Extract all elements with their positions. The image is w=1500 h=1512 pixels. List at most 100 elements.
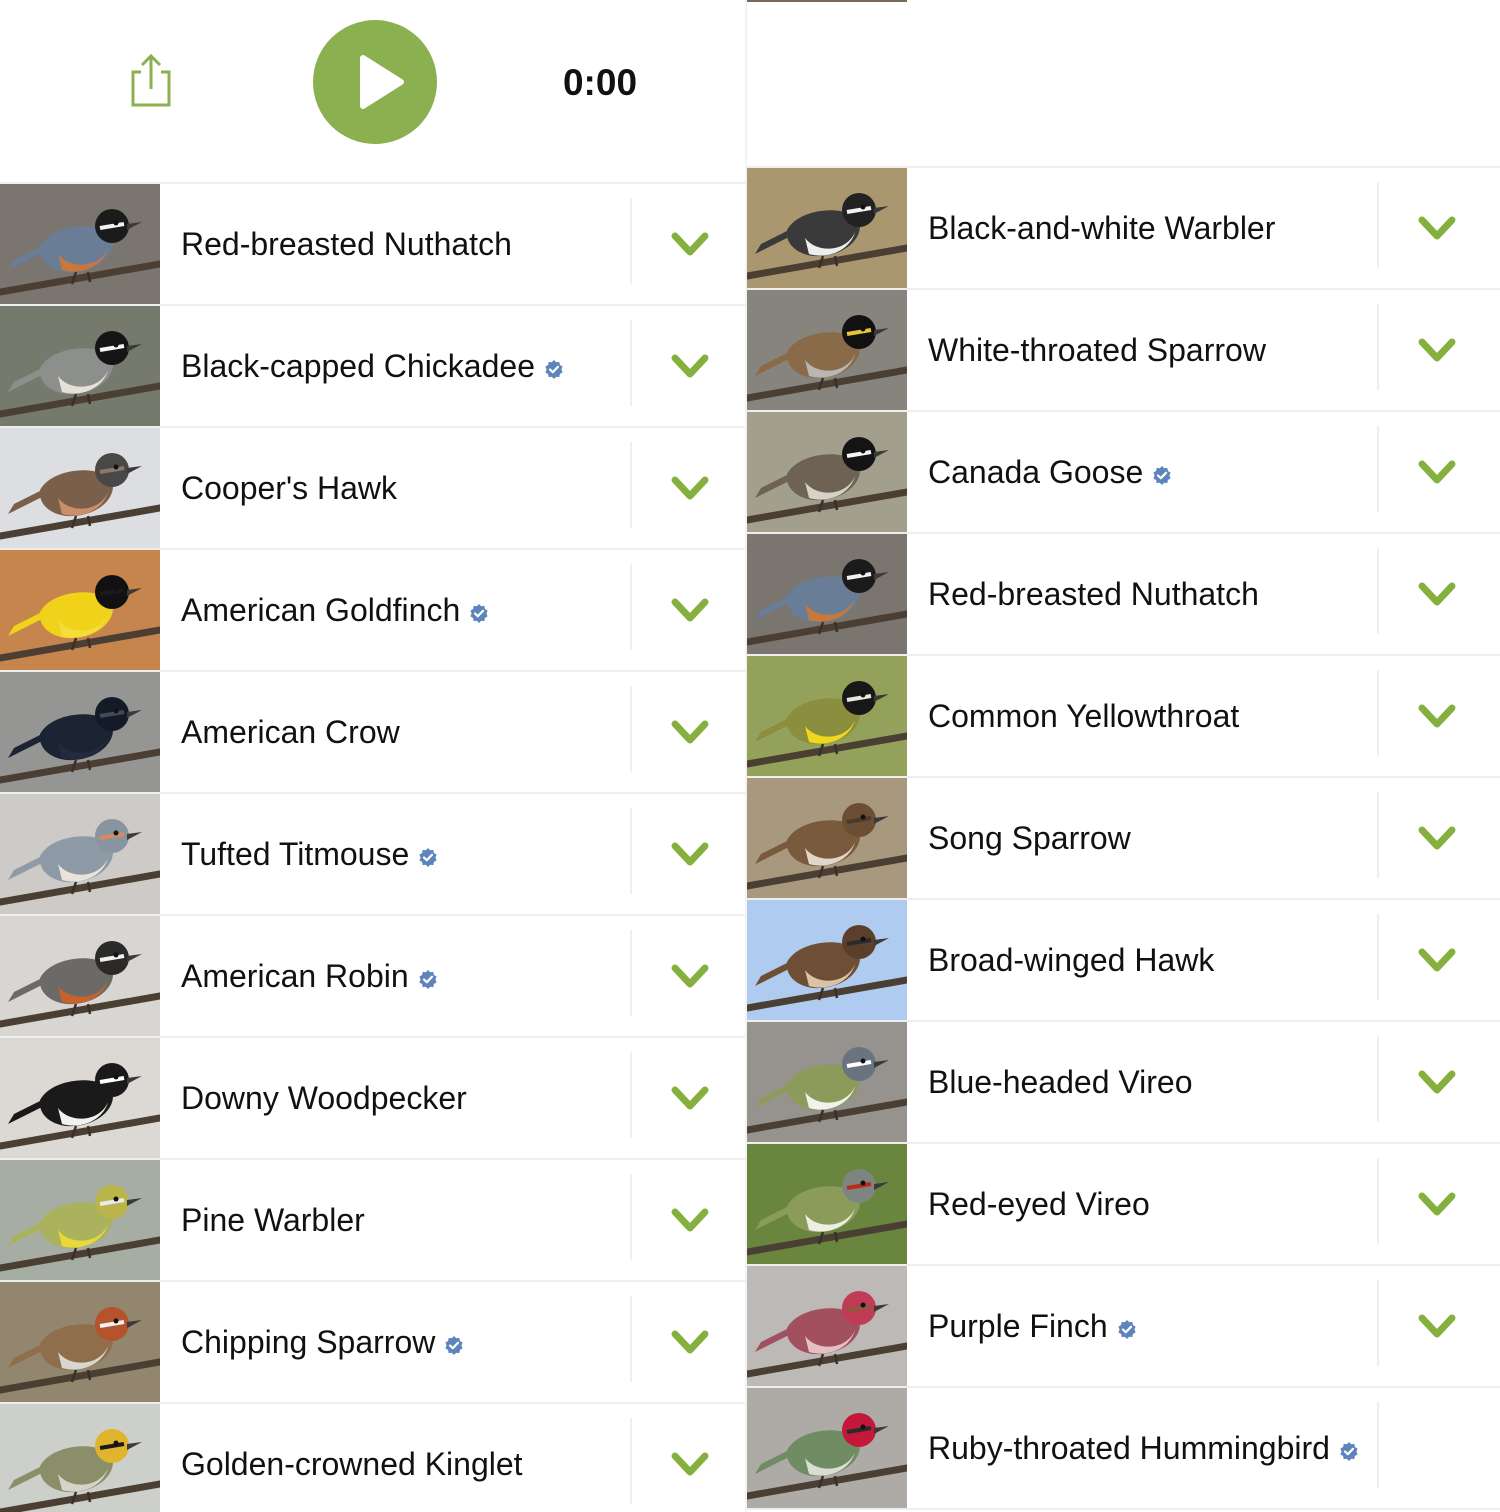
bird-thumbnail[interactable] <box>747 1144 907 1264</box>
expand-button[interactable] <box>1415 816 1459 860</box>
expand-button[interactable] <box>1415 328 1459 372</box>
share-button[interactable] <box>124 52 176 112</box>
bird-thumbnail[interactable] <box>747 412 907 532</box>
bird-row-american-goldfinch[interactable]: American Goldfinch <box>0 550 745 672</box>
bird-thumbnail[interactable] <box>747 290 907 410</box>
bird-row-american-crow[interactable]: American Crow <box>0 672 745 794</box>
verified-check-icon <box>1339 1441 1359 1461</box>
expand-button[interactable] <box>1415 206 1459 250</box>
bird-name-label: Cooper's Hawk <box>181 428 397 548</box>
expand-button[interactable] <box>668 344 712 388</box>
bird-name-label: Golden-crowned Kinglet <box>181 1404 523 1512</box>
expand-button[interactable] <box>668 832 712 876</box>
bird-thumbnail[interactable] <box>0 1038 160 1158</box>
bird-row-song-sparrow[interactable]: Song Sparrow <box>747 778 1500 900</box>
bird-name-label: Common Yellowthroat <box>928 656 1239 776</box>
bird-photo-illustration <box>0 1160 160 1280</box>
bird-thumbnail[interactable] <box>0 1160 160 1280</box>
expand-button[interactable] <box>668 954 712 998</box>
expand-button[interactable] <box>668 710 712 754</box>
bird-row-chipping-sparrow[interactable]: Chipping Sparrow <box>0 1282 745 1404</box>
expand-button[interactable] <box>1415 938 1459 982</box>
audio-player-bar: 0:00 <box>0 0 745 170</box>
bird-row-tufted-titmouse[interactable]: Tufted Titmouse <box>0 794 745 916</box>
bird-thumbnail[interactable] <box>747 778 907 898</box>
expand-button[interactable] <box>1415 450 1459 494</box>
bird-thumbnail[interactable] <box>0 1282 160 1402</box>
bird-name-text: Ruby-throated Hummingbird <box>928 1430 1330 1466</box>
expand-button[interactable] <box>668 1320 712 1364</box>
bird-name-label: Red-breasted Nuthatch <box>928 534 1259 654</box>
bird-thumbnail[interactable] <box>747 900 907 1020</box>
bird-thumbnail[interactable] <box>0 916 160 1036</box>
bird-row-common-yellowthroat[interactable]: Common Yellowthroat <box>747 656 1500 778</box>
bird-row-purple-finch[interactable]: Purple Finch <box>747 1266 1500 1388</box>
bird-thumbnail[interactable] <box>0 184 160 304</box>
bird-row-black-and-white-warbler[interactable]: Black-and-white Warbler <box>747 166 1500 290</box>
right-panel: Black-and-white Warbler White-throated Sp… <box>747 0 1500 1512</box>
expand-button[interactable] <box>1415 1304 1459 1348</box>
expand-button[interactable] <box>668 222 712 266</box>
expand-button[interactable] <box>668 1198 712 1242</box>
bird-name-label: Black-capped Chickadee <box>181 306 564 426</box>
bird-name-label: Red-eyed Vireo <box>928 1144 1150 1264</box>
bird-row-broad-winged-hawk[interactable]: Broad-winged Hawk <box>747 900 1500 1022</box>
expand-button[interactable] <box>1415 694 1459 738</box>
bird-thumbnail[interactable] <box>0 1404 160 1512</box>
bird-thumbnail[interactable] <box>0 306 160 426</box>
bird-row-cooper-s-hawk[interactable]: Cooper's Hawk <box>0 428 745 550</box>
bird-photo-illustration <box>0 550 160 670</box>
bird-row-ruby-throated-hummingbird[interactable]: Ruby-throated Hummingbird <box>747 1388 1500 1510</box>
bird-name-label: Song Sparrow <box>928 778 1131 898</box>
bird-thumbnail[interactable] <box>0 428 160 548</box>
bird-row-pine-warbler[interactable]: Pine Warbler <box>0 1160 745 1282</box>
verified-check-icon <box>1117 1319 1137 1339</box>
row-separator <box>1377 1280 1379 1366</box>
bird-thumbnail[interactable] <box>747 534 907 654</box>
bird-thumbnail[interactable] <box>747 1388 907 1508</box>
bird-row-downy-woodpecker[interactable]: Downy Woodpecker <box>0 1038 745 1160</box>
bird-thumbnail[interactable] <box>747 168 907 288</box>
share-icon <box>131 53 171 107</box>
bird-row-red-eyed-vireo[interactable]: Red-eyed Vireo <box>747 1144 1500 1266</box>
bird-name-text: Canada Goose <box>928 454 1144 490</box>
bird-row-red-breasted-nuthatch[interactable]: Red-breasted Nuthatch <box>0 182 745 306</box>
verified-check-icon <box>544 359 564 379</box>
bird-name-text: Pine Warbler <box>181 1202 365 1238</box>
expand-button[interactable] <box>668 588 712 632</box>
row-separator <box>630 320 632 406</box>
bird-photo-illustration <box>747 168 907 288</box>
bird-row-golden-crowned-kinglet[interactable]: Golden-crowned Kinglet <box>0 1404 745 1512</box>
bird-photo-illustration <box>747 534 907 654</box>
bird-photo-illustration <box>747 1022 907 1142</box>
bird-thumbnail[interactable] <box>747 1266 907 1386</box>
expand-button[interactable] <box>1415 572 1459 616</box>
bird-thumbnail[interactable] <box>747 656 907 776</box>
play-button[interactable] <box>313 20 437 144</box>
bird-row-white-throated-sparrow[interactable]: White-throated Sparrow <box>747 290 1500 412</box>
expand-button[interactable] <box>668 1442 712 1486</box>
bird-photo-illustration <box>0 306 160 426</box>
play-icon <box>360 55 404 109</box>
chevron-down-icon <box>1418 338 1456 362</box>
bird-row-blue-headed-vireo[interactable]: Blue-headed Vireo <box>747 1022 1500 1144</box>
bird-row-black-capped-chickadee[interactable]: Black-capped Chickadee <box>0 306 745 428</box>
bird-name-text: Golden-crowned Kinglet <box>181 1446 523 1482</box>
bird-thumbnail[interactable] <box>0 550 160 670</box>
expand-button[interactable] <box>668 1076 712 1120</box>
expand-button[interactable] <box>1415 1182 1459 1226</box>
bird-row-canada-goose[interactable]: Canada Goose <box>747 412 1500 534</box>
bird-name-label: Ruby-throated Hummingbird <box>928 1388 1359 1508</box>
bird-thumbnail[interactable] <box>0 794 160 914</box>
bird-thumbnail[interactable] <box>747 1022 907 1142</box>
row-separator <box>1377 304 1379 390</box>
bird-thumbnail[interactable] <box>0 672 160 792</box>
bird-name-text: Black-and-white Warbler <box>928 210 1276 246</box>
row-separator <box>1377 914 1379 1000</box>
expand-button[interactable] <box>1415 1060 1459 1104</box>
expand-button[interactable] <box>668 466 712 510</box>
bird-name-text: Black-capped Chickadee <box>181 348 535 384</box>
bird-row-american-robin[interactable]: American Robin <box>0 916 745 1038</box>
row-separator <box>1377 1402 1379 1488</box>
bird-row-red-breasted-nuthatch[interactable]: Red-breasted Nuthatch <box>747 534 1500 656</box>
